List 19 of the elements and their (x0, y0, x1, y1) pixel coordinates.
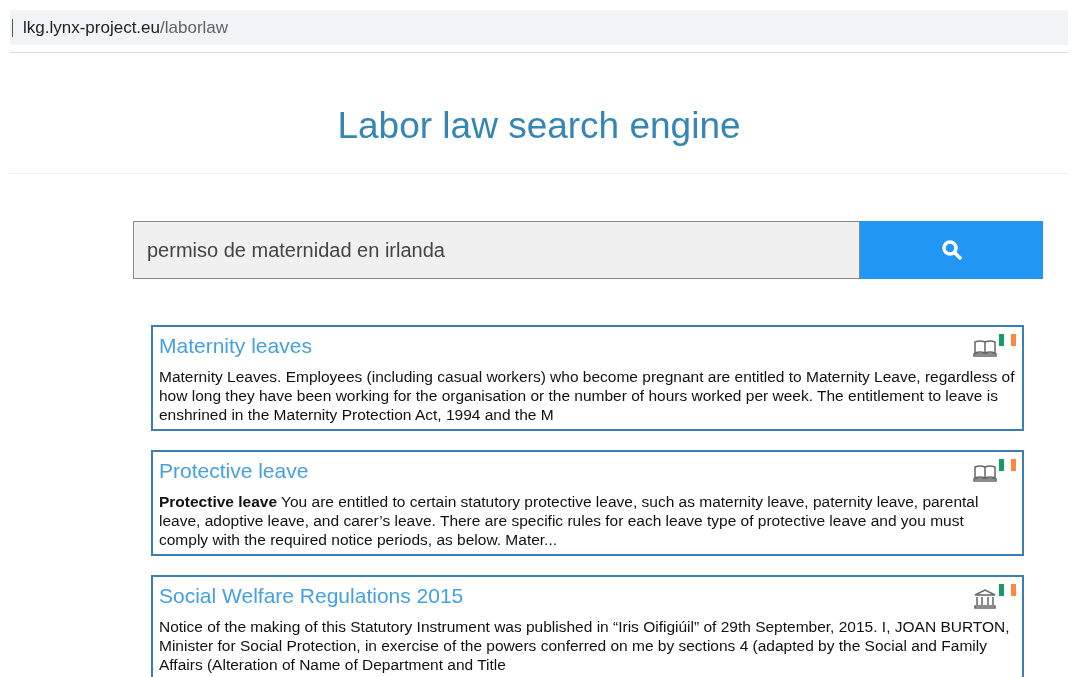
result-snippet: Maternity Leaves. Employees (including casual workers) who become pregnant are entitled to Maternity Leave, regardless of how long they have been working for the organisation or the number of hours worked per week. The entitlement to leave is enshrined in the Maternity Protection Act, 1994 and the M (159, 367, 1016, 424)
url-path: /laborlaw (160, 16, 229, 39)
building-icon (973, 589, 997, 609)
search-icon (940, 239, 963, 261)
book-icon (973, 464, 997, 482)
result-title[interactable]: Social Welfare Regulations 2015 (159, 581, 464, 611)
search-button[interactable] (860, 221, 1043, 279)
page-title: Labor law search engine (337, 104, 741, 148)
flag-icon (999, 584, 1016, 596)
flag-icon (999, 459, 1016, 471)
address-bar[interactable]: lkg.lynx-project.eu/laborlaw (10, 10, 1068, 45)
result-snippet: Protective leave You are entitled to certain statutory protective leave, such as maternity leave, paternity leave, parental leave, adoptive leave, and carer’s leave. There are specific rules for each leave type of protective leave and you must comply with the required notice periods, as below. Mater... (159, 492, 980, 549)
search-field[interactable]: permiso de maternidad en irlanda (133, 221, 860, 279)
result-title[interactable]: Maternity leaves (159, 331, 312, 361)
flag-icon (999, 334, 1016, 346)
book-icon (973, 339, 997, 357)
result-snippet: Notice of the making of this Statutory Instrument was published in “Iris Oifigiúil” of 29th September, 2015. I, JOAN BURTON, Minister for Social Protection, in exercise of the powers conferred on me by sections 4 (adapted by the Social and Family Affairs (Alteration of Name of Department and Title (159, 617, 1011, 674)
url-host: lkg.lynx-project.eu (23, 16, 160, 39)
result-title[interactable]: Protective leave (159, 456, 309, 486)
